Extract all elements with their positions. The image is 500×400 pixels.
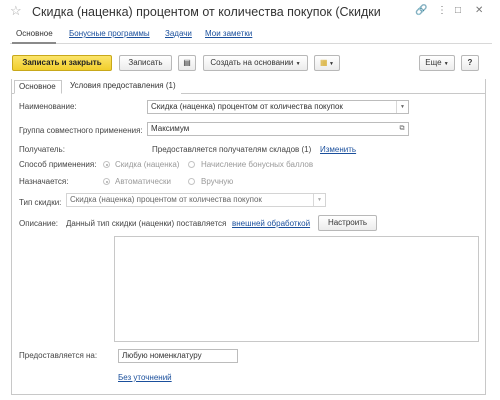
assign-manual-label: Вручную: [201, 177, 234, 186]
assign-auto-radio[interactable]: [103, 178, 110, 185]
external-processing-link[interactable]: внешней обработкой: [232, 219, 310, 229]
print-icon: ▦: [320, 58, 328, 67]
help-button[interactable]: ?: [461, 55, 479, 71]
print-menu-button[interactable]: ▦ ▼: [314, 55, 340, 71]
description-text: Данный тип скидки (наценки) поставляется: [66, 219, 227, 228]
provided-for-field[interactable]: Любую номенклатуру: [118, 349, 238, 363]
minimize-icon[interactable]: □: [455, 5, 461, 17]
type-field: Скидка (наценка) процентом от количества…: [66, 193, 326, 207]
nav-divider: [10, 43, 492, 44]
group-value: Максимум: [151, 124, 190, 133]
save-and-close-button[interactable]: Записать и закрыть: [12, 55, 112, 71]
nav-active-indicator: [12, 42, 56, 44]
configure-button[interactable]: Настроить: [318, 215, 377, 231]
more-label: Еще: [425, 58, 442, 67]
description-label: Описание:: [19, 219, 59, 228]
no-refinement-link[interactable]: Без уточнений: [118, 373, 172, 383]
nav-tab-main[interactable]: Основное: [16, 28, 53, 40]
assign-auto-label: Автоматически: [115, 177, 171, 186]
save-button[interactable]: Записать: [119, 55, 172, 71]
group-field[interactable]: Максимум ⧉: [147, 122, 409, 136]
method-discount-radio[interactable]: [103, 161, 110, 168]
name-value: Скидка (наценка) процентом от количества…: [151, 102, 343, 111]
title-bar: ☆ Скидка (наценка) процентом от количест…: [0, 0, 500, 24]
method-discount-label: Скидка (наценка): [115, 160, 180, 169]
dropdown-arrow-icon: ▼: [443, 61, 449, 67]
nav-tab-tasks[interactable]: Задачи: [165, 28, 192, 40]
window-title: Скидка (наценка) процентом от количества…: [32, 5, 382, 19]
report-icon[interactable]: ▤: [178, 55, 196, 71]
form-tabs-border: [181, 93, 486, 94]
method-bonus-label: Начисление бонусных баллов: [201, 160, 314, 169]
recipient-label: Получатель:: [19, 145, 65, 154]
type-label: Тип скидки:: [19, 198, 62, 207]
nav-tab-my-notes[interactable]: Мои заметки: [205, 28, 252, 40]
create-based-on-button[interactable]: Создать на основании ▼: [203, 55, 308, 71]
form-tab-conditions[interactable]: Условия предоставления (1): [66, 80, 181, 94]
assign-label: Назначается:: [19, 177, 69, 186]
recipient-text: Предоставляется получателям складов (1): [152, 145, 312, 154]
change-recipient-link[interactable]: Изменить: [320, 145, 356, 155]
name-field[interactable]: Скидка (наценка) процентом от количества…: [147, 100, 409, 114]
more-button[interactable]: Еще ▼: [419, 55, 455, 71]
link-icon[interactable]: 🔗: [415, 5, 427, 17]
name-label: Наименование:: [19, 102, 77, 111]
open-icon[interactable]: ⧉: [396, 123, 408, 135]
type-value: Скидка (наценка) процентом от количества…: [70, 195, 262, 204]
nav-tab-bonus-programs[interactable]: Бонусные программы: [69, 28, 150, 40]
star-icon[interactable]: ☆: [10, 4, 22, 18]
dropdown-arrow-icon: ▼: [327, 61, 334, 67]
description-textarea[interactable]: [114, 236, 479, 342]
more-icon[interactable]: ⋮: [437, 5, 447, 17]
close-icon[interactable]: ✕: [475, 5, 483, 17]
dropdown-arrow-icon: ▼: [295, 61, 301, 67]
method-bonus-radio[interactable]: [188, 161, 195, 168]
dropdown-arrow-icon: ▼: [313, 194, 325, 206]
assign-manual-radio[interactable]: [188, 178, 195, 185]
dropdown-arrow-icon[interactable]: ▼: [396, 101, 408, 113]
create-based-on-label: Создать на основании: [210, 58, 294, 67]
form-tab-main[interactable]: Основное: [14, 80, 62, 94]
provided-for-label: Предоставляется на:: [19, 351, 98, 360]
group-label: Группа совместного применения:: [19, 126, 143, 135]
method-label: Способ применения:: [19, 160, 97, 169]
